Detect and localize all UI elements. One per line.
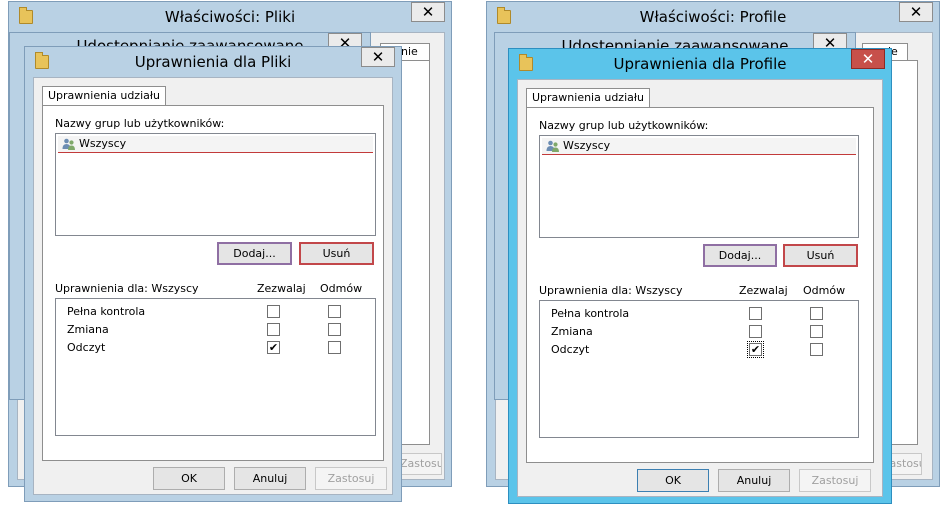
permissions-list: Pełna kontrola Zmiana Odczyt ✔ bbox=[539, 300, 859, 438]
deny-header: Odmów bbox=[803, 284, 846, 297]
add-button[interactable]: Dodaj... bbox=[217, 242, 292, 265]
deny-change-checkbox[interactable] bbox=[328, 323, 341, 336]
close-button[interactable]: ✕ bbox=[361, 47, 395, 67]
deny-change-checkbox[interactable] bbox=[810, 325, 823, 338]
title-bar[interactable]: Uprawnienia dla Profile ✕ bbox=[509, 49, 891, 79]
dialog-body: Uprawnienia udziału Nazwy grup lub użytk… bbox=[33, 77, 393, 495]
title-bar[interactable]: Właściwości: Pliki ✕ bbox=[9, 2, 451, 32]
permission-change: Zmiana bbox=[551, 325, 593, 338]
deny-full-control-checkbox[interactable] bbox=[810, 307, 823, 320]
deny-header: Odmów bbox=[320, 282, 363, 295]
title-bar[interactable]: Uprawnienia dla Pliki ✕ bbox=[25, 47, 401, 77]
allow-read-checkbox[interactable]: ✔ bbox=[747, 341, 764, 358]
users-icon bbox=[62, 138, 75, 150]
window-title: Właściwości: Profile bbox=[639, 8, 787, 26]
tab-panel: Nazwy grup lub użytkowników: Wszyscy Dod… bbox=[526, 107, 874, 463]
permissions-dialog-profile: Uprawnienia dla Profile ✕ Uprawnienia ud… bbox=[508, 48, 892, 504]
checkmark-icon: ✔ bbox=[750, 343, 761, 356]
dialog-body: Uprawnienia udziału Nazwy grup lub użytk… bbox=[517, 79, 883, 497]
cancel-button[interactable]: Anuluj bbox=[234, 467, 306, 490]
groups-list[interactable]: Wszyscy bbox=[55, 133, 376, 236]
tab-share-permissions[interactable]: Uprawnienia udziału bbox=[526, 88, 650, 108]
window-title: Właściwości: Pliki bbox=[164, 8, 296, 26]
dialog-title: Uprawnienia dla Profile bbox=[613, 55, 787, 73]
deny-full-control-checkbox[interactable] bbox=[328, 305, 341, 318]
apply-button: Zastosuj bbox=[315, 467, 387, 490]
allow-header: Zezwalaj bbox=[739, 284, 788, 297]
deny-read-checkbox[interactable] bbox=[328, 341, 341, 354]
allow-change-checkbox[interactable] bbox=[749, 325, 762, 338]
apply-button: Zastosuj bbox=[799, 469, 871, 492]
groups-label: Nazwy grup lub użytkowników: bbox=[539, 119, 709, 132]
close-button[interactable]: ✕ bbox=[411, 2, 445, 22]
apply-label: Zastosuj bbox=[400, 457, 441, 470]
allow-change-checkbox[interactable] bbox=[267, 323, 280, 336]
ok-button[interactable]: OK bbox=[153, 467, 225, 490]
permissions-for-label: Uprawnienia dla: Wszyscy bbox=[539, 284, 683, 297]
list-item-everyone[interactable]: Wszyscy bbox=[58, 136, 373, 153]
tab-label: nie bbox=[401, 45, 418, 58]
permission-full-control: Pełna kontrola bbox=[67, 305, 146, 318]
groups-list[interactable]: Wszyscy bbox=[539, 135, 859, 238]
users-icon bbox=[546, 140, 559, 152]
cancel-button[interactable]: Anuluj bbox=[718, 469, 790, 492]
permission-read: Odczyt bbox=[551, 343, 590, 356]
permission-change: Zmiana bbox=[67, 323, 109, 336]
title-bar[interactable]: Właściwości: Profile ✕ bbox=[487, 2, 939, 32]
close-button[interactable]: ✕ bbox=[851, 49, 885, 69]
add-button[interactable]: Dodaj... bbox=[703, 244, 777, 267]
tab-share-permissions[interactable]: Uprawnienia udziału bbox=[42, 86, 166, 106]
groups-label: Nazwy grup lub użytkowników: bbox=[55, 117, 225, 130]
allow-read-checkbox[interactable]: ✔ bbox=[267, 341, 280, 354]
remove-button[interactable]: Usuń bbox=[299, 242, 374, 265]
permission-full-control: Pełna kontrola bbox=[551, 307, 630, 320]
permissions-dialog-pliki: Uprawnienia dla Pliki ✕ Uprawnienia udzi… bbox=[24, 46, 402, 502]
ok-button[interactable]: OK bbox=[637, 469, 709, 492]
permissions-for-label: Uprawnienia dla: Wszyscy bbox=[55, 282, 199, 295]
dialog-title: Uprawnienia dla Pliki bbox=[134, 53, 292, 71]
checkmark-icon: ✔ bbox=[268, 341, 279, 354]
group-name: Wszyscy bbox=[563, 139, 611, 152]
tab-panel: Nazwy grup lub użytkowników: Wszyscy Dod… bbox=[42, 105, 384, 461]
allow-full-control-checkbox[interactable] bbox=[749, 307, 762, 320]
allow-header: Zezwalaj bbox=[257, 282, 306, 295]
close-button[interactable]: ✕ bbox=[899, 2, 933, 22]
allow-full-control-checkbox[interactable] bbox=[267, 305, 280, 318]
permission-read: Odczyt bbox=[67, 341, 106, 354]
deny-read-checkbox[interactable] bbox=[810, 343, 823, 356]
list-item-everyone[interactable]: Wszyscy bbox=[542, 138, 856, 155]
remove-button[interactable]: Usuń bbox=[783, 244, 858, 267]
group-name: Wszyscy bbox=[79, 137, 127, 150]
permissions-list: Pełna kontrola Zmiana Odczyt ✔ bbox=[55, 298, 376, 436]
